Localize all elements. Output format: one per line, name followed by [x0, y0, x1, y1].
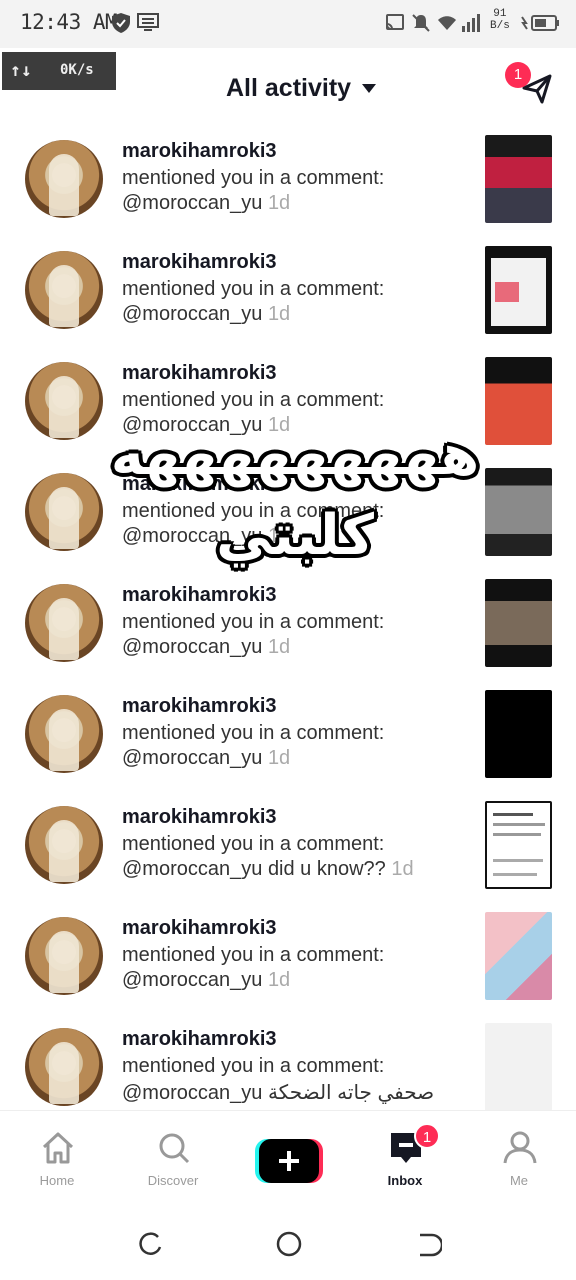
nav-home-label: Home — [39, 1173, 75, 1188]
activity-action: mentioned you in a comment: — [122, 167, 385, 189]
activity-action: mentioned you in a comment: — [122, 1055, 385, 1077]
mention-text: @moroccan_yu — [122, 636, 263, 658]
signal-icon — [462, 14, 480, 32]
net-speed: 91 B/s — [490, 8, 510, 32]
activity-row[interactable]: marokihamroki3 mentioned you in a commen… — [0, 912, 576, 1023]
video-thumbnail[interactable] — [485, 246, 552, 334]
user-avatar[interactable] — [25, 584, 103, 662]
nav-home[interactable]: Home — [2, 1111, 112, 1199]
net-speed-unit: B/s — [490, 20, 510, 32]
comment-extra: did u know?? — [267, 858, 386, 880]
activity-age: 1d — [267, 747, 291, 769]
activity-row[interactable]: marokihamroki3 mentioned you in a commen… — [0, 246, 576, 357]
video-caption-overlay: هههههههههه كلبتي — [110, 423, 480, 568]
comment-extra: صحفي جاته الضحكة — [267, 1082, 435, 1104]
battery-icon — [521, 15, 559, 31]
user-avatar[interactable] — [25, 251, 103, 329]
activity-username[interactable]: marokihamroki3 — [122, 362, 277, 385]
wifi-icon — [438, 16, 456, 30]
nav-discover[interactable]: Discover — [118, 1111, 228, 1199]
nav-inbox[interactable]: Inbox — [350, 1111, 460, 1199]
activity-comment: @moroccan_yu 1d — [122, 636, 290, 659]
back-icon[interactable] — [414, 1231, 442, 1259]
activity-action: mentioned you in a comment: — [122, 278, 385, 300]
status-time: 12:43 AM — [20, 10, 118, 34]
activity-row[interactable]: marokihamroki3 mentioned you in a commen… — [0, 579, 576, 690]
shield-icon — [112, 13, 130, 33]
status-bar: 12:43 AM 91 B/s — [0, 0, 576, 48]
activity-age: 1d — [267, 969, 291, 991]
mention-text: @moroccan_yu — [122, 969, 263, 991]
mention-text: @moroccan_yu — [122, 303, 263, 325]
activity-username[interactable]: marokihamroki3 — [122, 695, 277, 718]
bottom-navigation: Home Discover Inbox 1 Me — [0, 1110, 576, 1198]
profile-icon — [503, 1131, 537, 1164]
activity-action: mentioned you in a comment: — [122, 611, 385, 633]
monitor-icon — [137, 13, 159, 31]
activity-username[interactable]: marokihamroki3 — [122, 1028, 277, 1051]
activity-list[interactable]: marokihamroki3 mentioned you in a commen… — [0, 132, 576, 1110]
video-thumbnail[interactable] — [485, 135, 552, 223]
activity-row[interactable]: marokihamroki3 mentioned you in a commen… — [0, 1023, 576, 1110]
create-video-button[interactable] — [255, 1139, 323, 1183]
mention-text: @moroccan_yu — [122, 192, 263, 214]
activity-row[interactable]: marokihamroki3 mentioned you in a commen… — [0, 135, 576, 246]
recent-apps-icon[interactable] — [136, 1231, 164, 1259]
home-icon — [42, 1132, 74, 1164]
video-thumbnail[interactable] — [485, 912, 552, 1000]
activity-comment: @moroccan_yu 1d — [122, 192, 290, 215]
nav-inbox-label: Inbox — [387, 1173, 423, 1188]
activity-row[interactable]: marokihamroki3 mentioned you in a commen… — [0, 801, 576, 912]
activity-filter-title[interactable]: All activity — [226, 74, 351, 103]
user-avatar[interactable] — [25, 917, 103, 995]
net-speed-value: 91 — [493, 8, 507, 20]
video-thumbnail[interactable] — [485, 801, 552, 889]
mute-icon — [412, 14, 430, 32]
activity-username[interactable]: marokihamroki3 — [122, 917, 277, 940]
nav-discover-label: Discover — [147, 1173, 199, 1188]
caret-down-icon[interactable] — [362, 84, 376, 93]
mention-text: @moroccan_yu — [122, 1082, 263, 1104]
activity-comment: @moroccan_yu 1d — [122, 303, 290, 326]
user-avatar[interactable] — [25, 1028, 103, 1106]
user-avatar[interactable] — [25, 806, 103, 884]
activity-username[interactable]: marokihamroki3 — [122, 806, 277, 829]
activity-comment: @moroccan_yu 1d — [122, 969, 290, 992]
activity-action: mentioned you in a comment: — [122, 944, 385, 966]
video-thumbnail[interactable] — [485, 690, 552, 778]
cast-icon — [386, 14, 404, 30]
inbox-badge: 1 — [414, 1123, 440, 1149]
activity-comment: @moroccan_yu did u know?? 1d — [122, 858, 414, 881]
user-avatar[interactable] — [25, 695, 103, 773]
user-avatar[interactable] — [25, 140, 103, 218]
activity-username[interactable]: marokihamroki3 — [122, 251, 277, 274]
activity-comment: @moroccan_yu 1d — [122, 747, 290, 770]
activity-comment: @moroccan_yu صحفي جاته الضحكة — [122, 1080, 434, 1105]
system-navigation-bar — [0, 1198, 576, 1280]
activity-row[interactable]: marokihamroki3 mentioned you in a commen… — [0, 690, 576, 801]
header: All activity 1 — [0, 48, 576, 132]
activity-age: 1d — [267, 303, 291, 325]
home-circle-icon[interactable] — [274, 1229, 304, 1259]
activity-action: mentioned you in a comment: — [122, 389, 385, 411]
mention-text: @moroccan_yu — [122, 858, 263, 880]
activity-action: mentioned you in a comment: — [122, 722, 385, 744]
nav-me-label: Me — [509, 1173, 529, 1188]
video-thumbnail[interactable] — [485, 1023, 552, 1110]
activity-username[interactable]: marokihamroki3 — [122, 140, 277, 163]
search-icon — [159, 1133, 190, 1164]
nav-me[interactable]: Me — [464, 1111, 574, 1199]
activity-age: 1d — [267, 192, 291, 214]
activity-action: mentioned you in a comment: — [122, 833, 385, 855]
activity-age: 1d — [391, 858, 414, 880]
message-badge: 1 — [505, 62, 531, 88]
video-thumbnail[interactable] — [485, 579, 552, 667]
mention-text: @moroccan_yu — [122, 747, 263, 769]
activity-username[interactable]: marokihamroki3 — [122, 584, 277, 607]
activity-age: 1d — [267, 636, 291, 658]
